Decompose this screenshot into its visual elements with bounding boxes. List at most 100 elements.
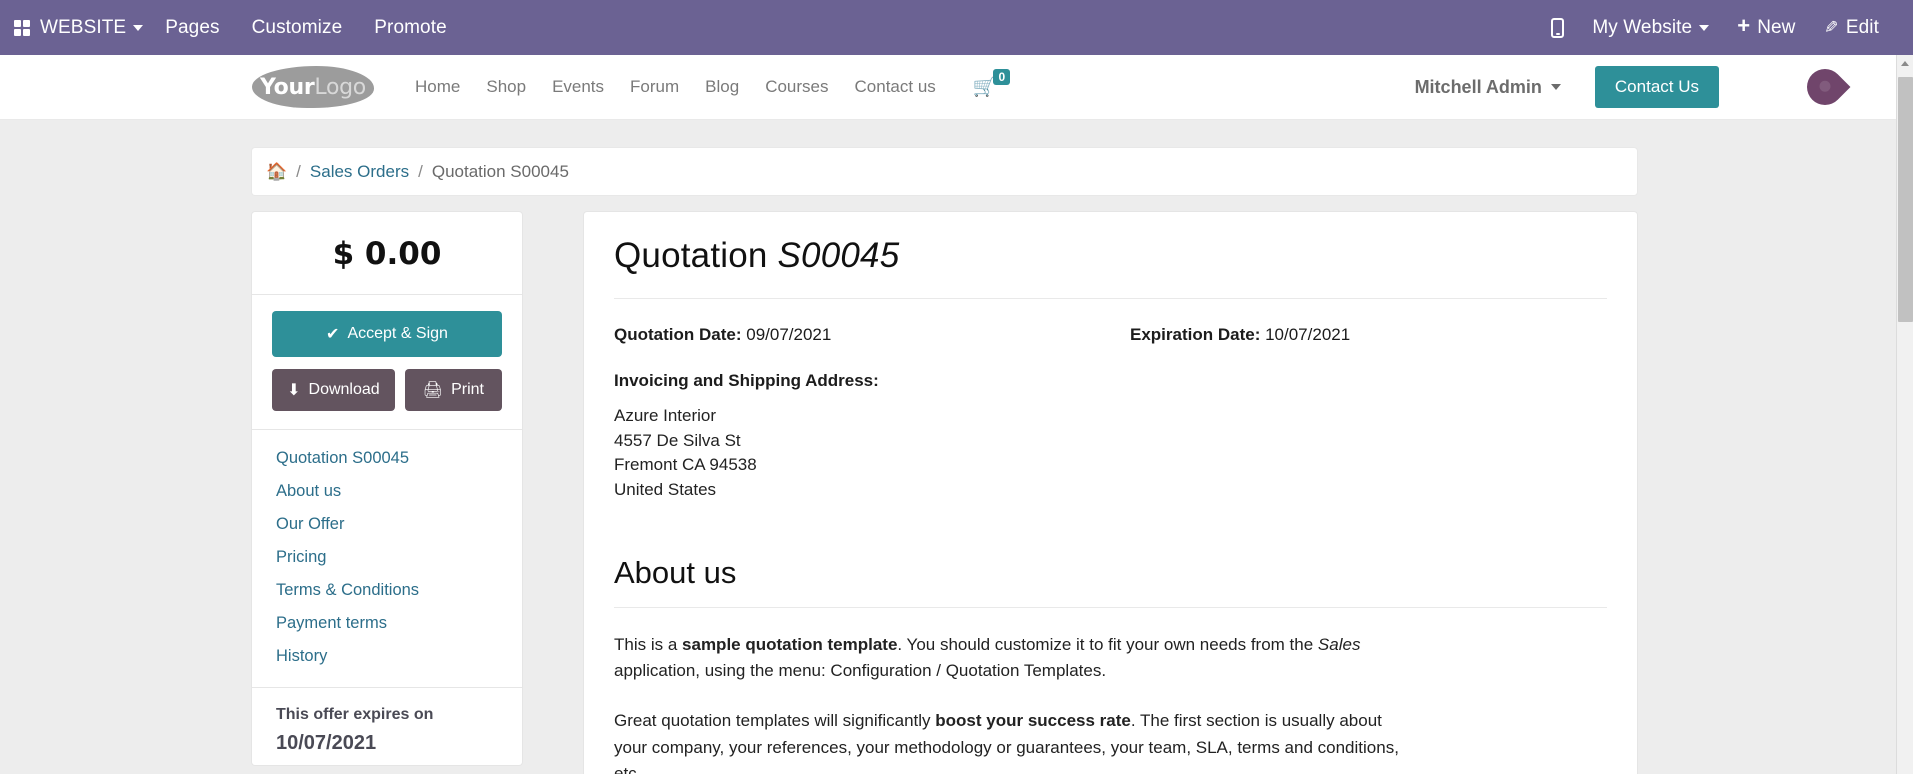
site-nav: Home Shop Events Forum Blog Courses Cont… (402, 77, 949, 97)
quotation-date-field: Quotation Date: 09/07/2021 (614, 325, 1130, 345)
print-label: Print (451, 381, 484, 398)
edit-button[interactable]: ✎ Edit (1810, 0, 1894, 55)
chevron-down-icon (1550, 84, 1561, 90)
para1-part-e: application, using the menu: Configurati… (614, 660, 1107, 680)
secondary-actions-row: ⬇ Download 🖨 Print (272, 369, 502, 411)
cart-button[interactable]: 🛒 0 (973, 68, 1011, 97)
download-label: Download (308, 381, 380, 398)
apps-grid-icon[interactable] (14, 19, 30, 36)
para1-italic: Sales (1317, 634, 1361, 654)
chevron-down-icon (1699, 24, 1710, 31)
edit-label: Edit (1845, 17, 1879, 38)
para1-part-a: This is a (614, 634, 683, 654)
quotation-total-amount: $ 0.00 (252, 212, 522, 295)
odoo-topbar-right: My Website + New ✎ Edit (1537, 0, 1913, 55)
check-icon: ✔ (326, 326, 340, 343)
sidebar-link-about-us[interactable]: About us (276, 475, 522, 508)
expiration-date-label: Expiration Date: (1130, 325, 1261, 344)
sidebar-link-payment-terms[interactable]: Payment terms (276, 607, 522, 640)
site-logo[interactable]: Your Logo (252, 66, 374, 108)
avatar-pin-icon[interactable] (1799, 61, 1851, 113)
about-paragraph-2: Great quotation templates will significa… (614, 708, 1414, 774)
menu-pages[interactable]: Pages (149, 0, 235, 55)
page-title-reference: S00045 (777, 236, 900, 275)
quotation-document-card: Quotation S00045 Quotation Date: 09/07/2… (584, 212, 1637, 774)
about-us-heading: About us (614, 555, 1607, 608)
cart-count-badge: 0 (993, 68, 1011, 85)
offer-expiry-date: 10/07/2021 (276, 732, 377, 754)
nav-events[interactable]: Events (539, 77, 617, 97)
breadcrumb-separator: / (418, 161, 423, 181)
menu-customize[interactable]: Customize (236, 0, 359, 55)
sidebar-link-our-offer[interactable]: Our Offer (276, 508, 522, 541)
offer-expiry-block: This offer expires on 10/07/2021 (252, 687, 522, 765)
website-header: Your Logo Home Shop Events Forum Blog Cou… (0, 55, 1913, 120)
logo-first: Your (260, 74, 315, 100)
website-app-menu[interactable]: WEBSITE (40, 0, 149, 55)
address-block: Azure Interior 4557 De Silva St Fremont … (614, 404, 1607, 503)
accept-and-sign-button[interactable]: ✔ Accept & Sign (272, 311, 502, 357)
expiration-date-field: Expiration Date: 10/07/2021 (1130, 325, 1350, 345)
nav-shop[interactable]: Shop (473, 77, 539, 97)
para1-bold: sample quotation template (682, 634, 898, 654)
mobile-icon (1551, 17, 1565, 38)
sidebar-link-quotation[interactable]: Quotation S00045 (276, 442, 522, 475)
offer-expiry-label: This offer expires on (276, 706, 434, 723)
sidebar-link-terms-conditions[interactable]: Terms & Conditions (276, 574, 522, 607)
para2-part-a: Great quotation templates will significa… (614, 711, 936, 731)
new-button[interactable]: + New (1723, 0, 1809, 55)
para2-bold: boost your success rate (935, 711, 1131, 731)
quotation-dates-row: Quotation Date: 09/07/2021 Expiration Da… (614, 325, 1607, 345)
scrollbar-thumb[interactable] (1898, 77, 1913, 322)
about-paragraph-1: This is a sample quotation template. You… (614, 632, 1414, 685)
address-line: 4557 De Silva St (614, 430, 741, 450)
odoo-editor-topbar: WEBSITE Pages Customize Promote My Websi… (0, 0, 1913, 55)
odoo-topbar-left: WEBSITE Pages Customize Promote (0, 0, 463, 55)
contact-us-cta[interactable]: Contact Us (1594, 66, 1719, 108)
page-root: WEBSITE Pages Customize Promote My Websi… (0, 0, 1913, 774)
quotation-date-label: Quotation Date: (614, 325, 742, 344)
nav-contact-us[interactable]: Contact us (842, 77, 949, 97)
quotation-date-value: 09/07/2021 (746, 325, 832, 344)
quotation-sidebar-card: $ 0.00 ✔ Accept & Sign ⬇ Download 🖨 Prin… (252, 212, 522, 765)
breadcrumb-current: Quotation S00045 (431, 161, 569, 181)
download-icon: ⬇ (287, 382, 301, 399)
page-scrollbar[interactable] (1896, 55, 1913, 774)
breadcrumb: 🏠 / Sales Orders / Quotation S00045 (252, 148, 1637, 195)
nav-blog[interactable]: Blog (692, 77, 752, 97)
address-line: United States (614, 479, 717, 499)
plus-icon: + (1737, 13, 1751, 38)
accept-and-sign-label: Accept & Sign (347, 325, 448, 342)
page-title-prefix: Quotation (614, 236, 768, 275)
scroll-up-arrow-icon[interactable] (1897, 55, 1913, 72)
home-icon[interactable]: 🏠 (266, 162, 287, 182)
quotation-section-nav: Quotation S00045 About us Our Offer Pric… (252, 429, 522, 687)
user-name: Mitchell Admin (1414, 76, 1542, 97)
address-line: Fremont CA 94538 (614, 455, 757, 475)
print-button[interactable]: 🖨 Print (404, 369, 502, 411)
breadcrumb-separator: / (296, 161, 301, 181)
sidebar-link-history[interactable]: History (276, 640, 522, 673)
expiration-date-value: 10/07/2021 (1265, 325, 1351, 344)
download-button[interactable]: ⬇ Download (272, 369, 395, 411)
breadcrumb-sales-orders[interactable]: Sales Orders (310, 162, 409, 182)
nav-home[interactable]: Home (402, 77, 473, 97)
website-app-label: WEBSITE (40, 17, 127, 38)
sidebar-link-pricing[interactable]: Pricing (276, 541, 522, 574)
user-menu[interactable]: Mitchell Admin (1415, 77, 1561, 98)
nav-courses[interactable]: Courses (752, 77, 841, 97)
nav-forum[interactable]: Forum (617, 77, 692, 97)
address-label: Invoicing and Shipping Address: (614, 371, 879, 390)
address-line: Azure Interior (614, 406, 717, 425)
site-selector[interactable]: My Website (1578, 0, 1723, 55)
new-label: New (1757, 17, 1796, 38)
site-selector-label: My Website (1592, 17, 1693, 38)
para1-part-c: . You should customize it to fit your ow… (897, 634, 1318, 654)
quotation-actions: ✔ Accept & Sign ⬇ Download 🖨 Print (252, 295, 522, 429)
page-title: Quotation S00045 (614, 212, 1607, 299)
logo-second: Logo (314, 74, 366, 100)
printer-icon: 🖨 (422, 382, 444, 399)
menu-promote[interactable]: Promote (358, 0, 463, 55)
mobile-preview-button[interactable] (1537, 0, 1578, 55)
pencil-icon: ✎ (1823, 18, 1838, 37)
